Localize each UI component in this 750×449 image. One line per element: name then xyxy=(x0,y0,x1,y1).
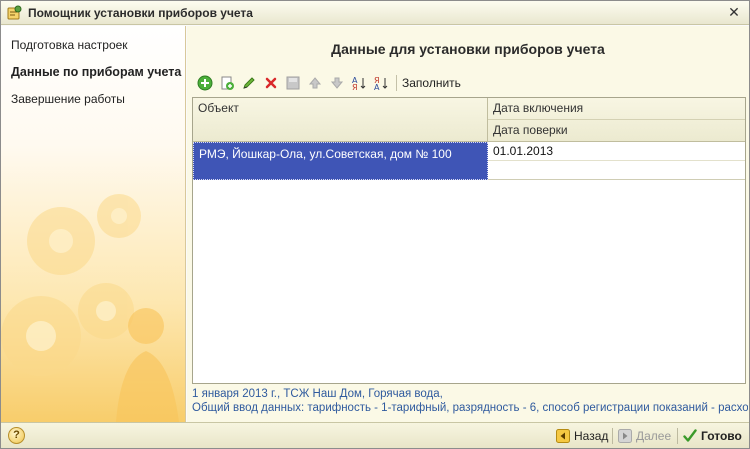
column-header-object[interactable]: Объект xyxy=(193,98,488,141)
next-arrow-icon xyxy=(618,428,632,443)
table-toolbar: AЯ ЯA Заполнить xyxy=(194,73,461,93)
cell-object[interactable]: РМЭ, Йошкар-Ола, ул.Советская, дом № 100 xyxy=(193,142,488,180)
sort-ascending-icon[interactable]: AЯ xyxy=(348,73,370,93)
info-line-2: Общий ввод данных: тарифность - 1-тарифн… xyxy=(192,402,748,414)
column-header-date-check[interactable]: Дата поверки xyxy=(488,120,745,141)
svg-text:A: A xyxy=(374,83,380,91)
save-icon[interactable] xyxy=(282,73,304,93)
move-down-icon[interactable] xyxy=(326,73,348,93)
back-arrow-icon xyxy=(556,428,570,443)
delete-icon[interactable] xyxy=(260,73,282,93)
back-label: Назад xyxy=(574,428,609,443)
checkmark-icon xyxy=(683,428,697,442)
page-title: Данные для установки приборов учета xyxy=(331,41,605,57)
meters-table[interactable]: Объект Дата включения Дата поверки РМЭ, … xyxy=(192,97,746,384)
wizard-steps-panel: Подготовка настроек Данные по приборам у… xyxy=(1,26,186,422)
table-row[interactable]: РМЭ, Йошкар-Ола, ул.Советская, дом № 100… xyxy=(193,142,745,180)
main-panel: Данные для установки приборов учета A Я … xyxy=(187,26,749,422)
move-up-icon[interactable] xyxy=(304,73,326,93)
step-settings-preparation[interactable]: Подготовка настроек xyxy=(11,38,181,65)
cell-date-check[interactable] xyxy=(488,161,745,180)
copy-icon[interactable] xyxy=(216,73,238,93)
info-text: 1 января 2013 г., ТСЖ Наш Дом, Горячая в… xyxy=(192,387,748,415)
window-title: Помощник установки приборов учета xyxy=(28,6,253,20)
info-line-1: 1 января 2013 г., ТСЖ Наш Дом, Горячая в… xyxy=(192,388,443,400)
sort-descending-icon[interactable]: ЯA xyxy=(370,73,392,93)
cell-date-on[interactable]: 01.01.2013 xyxy=(488,142,745,161)
button-bar: ? Назад Далее Готово xyxy=(1,422,749,448)
back-button[interactable]: Назад xyxy=(556,426,608,445)
column-header-date-on[interactable]: Дата включения xyxy=(488,98,745,120)
wizard-window: Помощник установки приборов учета ✕ Подг… xyxy=(0,0,750,449)
button-separator xyxy=(677,428,678,444)
help-button[interactable]: ? xyxy=(8,427,25,444)
next-label: Далее xyxy=(636,428,672,443)
edit-icon[interactable] xyxy=(238,73,260,93)
fill-button[interactable]: Заполнить xyxy=(402,76,461,90)
toolbar-separator xyxy=(396,75,397,91)
add-icon[interactable] xyxy=(194,73,216,93)
step-finish[interactable]: Завершение работы xyxy=(11,92,181,119)
table-header: Объект Дата включения Дата поверки xyxy=(193,98,745,142)
button-separator xyxy=(612,428,613,444)
done-label: Готово xyxy=(701,428,742,443)
close-icon[interactable]: ✕ xyxy=(725,4,743,22)
app-icon xyxy=(6,5,22,21)
svg-text:Я: Я xyxy=(352,83,358,91)
gears-illustration xyxy=(1,194,179,422)
step-meter-data[interactable]: Данные по приборам учета xyxy=(11,65,181,92)
title-bar: Помощник установки приборов учета ✕ xyxy=(1,1,749,25)
done-button[interactable]: Готово xyxy=(683,426,742,445)
next-button[interactable]: Далее xyxy=(618,426,671,445)
